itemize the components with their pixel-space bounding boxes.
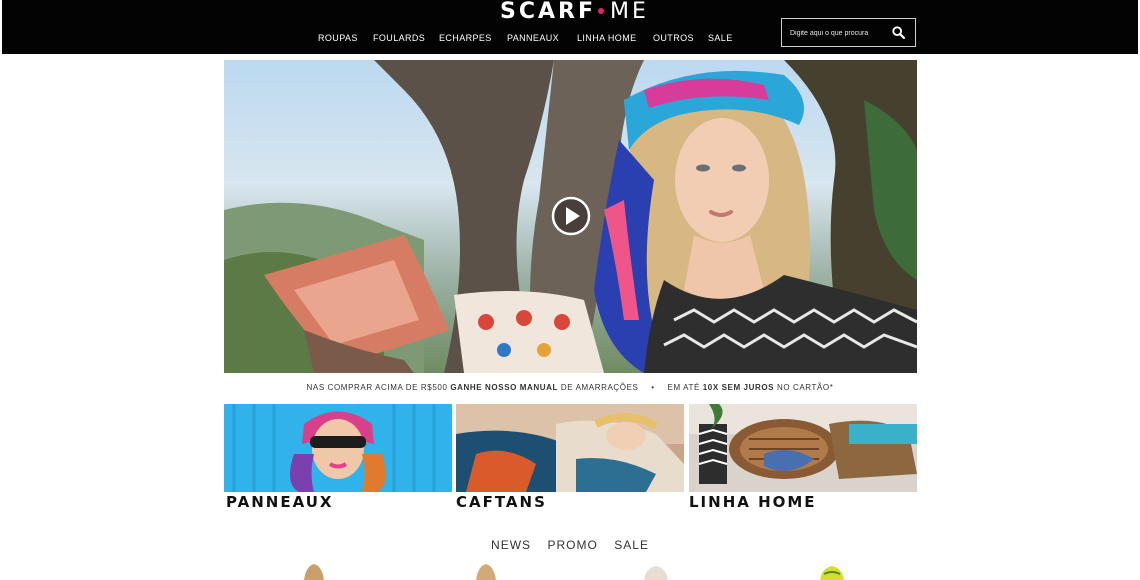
promo-text-2: GANHE NOSSO MANUAL bbox=[450, 383, 559, 392]
search-icon[interactable] bbox=[892, 26, 905, 39]
nav-item-foulards[interactable]: FOULARDS bbox=[373, 33, 425, 43]
category-label-linha-home[interactable]: LINHA HOME bbox=[689, 493, 817, 511]
category-tile-linha-home[interactable] bbox=[689, 404, 917, 492]
play-icon[interactable] bbox=[551, 196, 591, 236]
logo-text-me: ME bbox=[610, 0, 649, 24]
category-tile-caftans[interactable] bbox=[456, 404, 684, 492]
logo-text-scarf: SCARF bbox=[500, 0, 596, 24]
nav-item-panneaux[interactable]: PANNEAUX bbox=[507, 33, 559, 43]
nav-item-outros[interactable]: OUTROS bbox=[653, 33, 694, 43]
promo-text-1: NAS COMPRAR ACIMA DE R$500 bbox=[306, 383, 448, 392]
nav-item-linha-home[interactable]: LINHA HOME bbox=[577, 33, 637, 43]
linha-home-image bbox=[689, 404, 917, 484]
tab-news[interactable]: NEWS bbox=[491, 538, 531, 552]
nav-item-echarpes[interactable]: ECHARPES bbox=[439, 33, 492, 43]
product-thumbnail[interactable] bbox=[816, 562, 846, 580]
tab-sale[interactable]: SALE bbox=[614, 538, 649, 552]
promo-text-4: EM ATÉ bbox=[667, 383, 700, 392]
search-input[interactable] bbox=[788, 24, 892, 42]
category-label-panneaux[interactable]: PANNEAUX bbox=[226, 493, 333, 511]
panneaux-image bbox=[232, 404, 436, 492]
nav-item-roupas[interactable]: ROUPAS bbox=[318, 33, 358, 43]
product-tabs: NEWS PROMO SALE bbox=[0, 536, 1140, 554]
promo-text-5: 10X SEM JUROS bbox=[702, 383, 775, 392]
hero-banner[interactable] bbox=[224, 60, 917, 373]
promo-separator: • bbox=[651, 383, 655, 392]
logo[interactable]: SCARF ME bbox=[500, 0, 649, 24]
logo-dot-icon bbox=[598, 8, 604, 14]
tab-promo[interactable]: PROMO bbox=[547, 538, 597, 552]
promo-banner: NAS COMPRAR ACIMA DE R$500 GANHE NOSSO M… bbox=[0, 383, 1140, 392]
search-box bbox=[781, 18, 916, 47]
promo-text-3: DE AMARRAÇÕES bbox=[560, 383, 639, 392]
product-thumbnail[interactable] bbox=[298, 562, 328, 580]
category-label-caftans[interactable]: CAFTANS bbox=[456, 493, 547, 511]
caftans-image bbox=[456, 404, 684, 492]
product-thumbnail[interactable] bbox=[640, 562, 670, 580]
category-tile-panneaux[interactable] bbox=[224, 404, 452, 492]
header-bar: SCARF ME ROUPAS FOULARDS ECHARPES PANNEA… bbox=[2, 0, 1138, 54]
nav-item-sale[interactable]: SALE bbox=[708, 33, 733, 43]
promo-text-6: NO CARTÃO* bbox=[776, 383, 834, 392]
product-thumbnail[interactable] bbox=[470, 562, 500, 580]
